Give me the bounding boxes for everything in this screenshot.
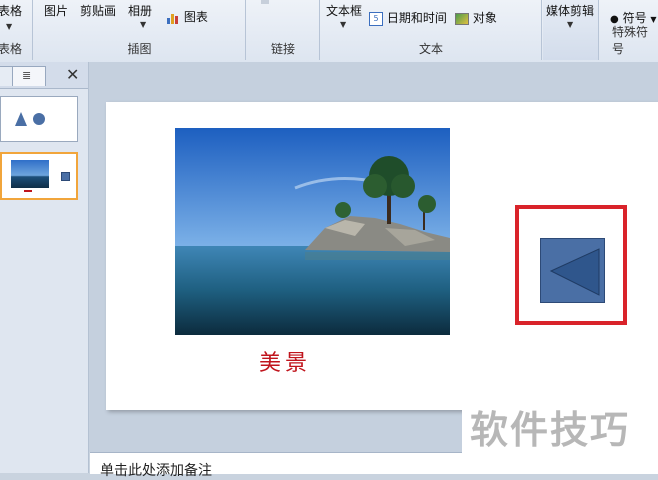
shapes-icon [15, 112, 45, 126]
chevron-down-icon: ▼ [567, 20, 574, 29]
chevron-down-icon: ▼ [140, 20, 147, 29]
object-icon [455, 12, 469, 25]
ribbon-group-symbols: ● 符号 ▼ 特殊符号 [600, 0, 658, 60]
slide-thumbnail-1[interactable] [0, 96, 78, 142]
close-icon[interactable]: ✕ [66, 65, 79, 84]
album-button[interactable]: 相册 [128, 2, 152, 19]
ribbon-group-illustrations: 图片 剪贴画 相册 ▼ 图表 插图 [34, 0, 246, 60]
textbox-button[interactable]: 文本框 [326, 2, 362, 19]
notes-pane[interactable]: 单击此处添加备注 [90, 452, 658, 479]
ribbon: 表格 ▼ 表格 图片 剪贴画 相册 ▼ 图表 插图 链接 文本框 ▼ 5 日期和… [0, 0, 658, 63]
table-button-label: 表格 [0, 4, 23, 18]
clipart-button-label: 剪贴画 [80, 4, 117, 18]
datetime-button[interactable]: 5 日期和时间 [369, 9, 447, 26]
group-label-text: 文本 [418, 42, 443, 56]
picture-button[interactable]: 图片 [44, 2, 68, 19]
group-label-illustrations: 插图 [127, 42, 152, 56]
triangle-left-icon [549, 248, 600, 296]
textbox-button-label: 文本框 [326, 4, 363, 18]
back-action-button[interactable] [540, 238, 605, 303]
ribbon-group-table: 表格 ▼ 表格 [0, 0, 33, 60]
slide-caption[interactable]: 美景 [230, 345, 340, 377]
chart-button-label: 图表 [183, 10, 208, 24]
ribbon-group-media: 媒体剪辑 ▼ [543, 0, 599, 60]
thumb-photo [11, 160, 49, 188]
chevron-down-icon: ▼ [340, 20, 347, 29]
group-label-table: 表格 [0, 42, 23, 56]
panel-tabs: ≣ ✕ [0, 62, 88, 89]
picture-button-label: 图片 [44, 4, 69, 18]
chevron-down-icon: ▼ [6, 22, 13, 31]
slide-thumbnail-2[interactable] [0, 152, 78, 200]
thumb-caption-mark [24, 190, 32, 192]
album-button-label: 相册 [128, 4, 153, 18]
media-clip-button[interactable]: 媒体剪辑 [546, 2, 594, 19]
watermark: 软件技巧 [462, 393, 658, 453]
object-button-label: 对象 [472, 11, 497, 25]
slides-panel: ≣ ✕ [0, 62, 89, 473]
datetime-button-label: 日期和时间 [386, 11, 447, 25]
link-button-icon[interactable] [261, 0, 269, 4]
notes-placeholder: 单击此处添加备注 [100, 463, 212, 479]
outline-icon: ≣ [22, 69, 32, 82]
chart-button[interactable]: 图表 [166, 8, 208, 25]
ribbon-group-links: 链接 [247, 0, 320, 60]
watermark-text: 软件技巧 [470, 408, 631, 452]
chart-icon [166, 11, 180, 25]
thumb-back-button [61, 172, 70, 181]
tab-outline[interactable]: ≣ [12, 66, 46, 86]
object-button[interactable]: 对象 [455, 9, 497, 26]
table-button[interactable]: 表格 [0, 2, 22, 19]
island-photo[interactable] [175, 128, 450, 335]
media-clip-button-label: 媒体剪辑 [546, 4, 595, 18]
group-label-symbols: 特殊符号 [612, 25, 649, 56]
group-label-links: 链接 [270, 42, 295, 56]
clipart-button[interactable]: 剪贴画 [80, 2, 116, 19]
calendar-icon: 5 [369, 11, 383, 26]
ribbon-group-text: 文本框 ▼ 5 日期和时间 对象 文本 [321, 0, 542, 60]
